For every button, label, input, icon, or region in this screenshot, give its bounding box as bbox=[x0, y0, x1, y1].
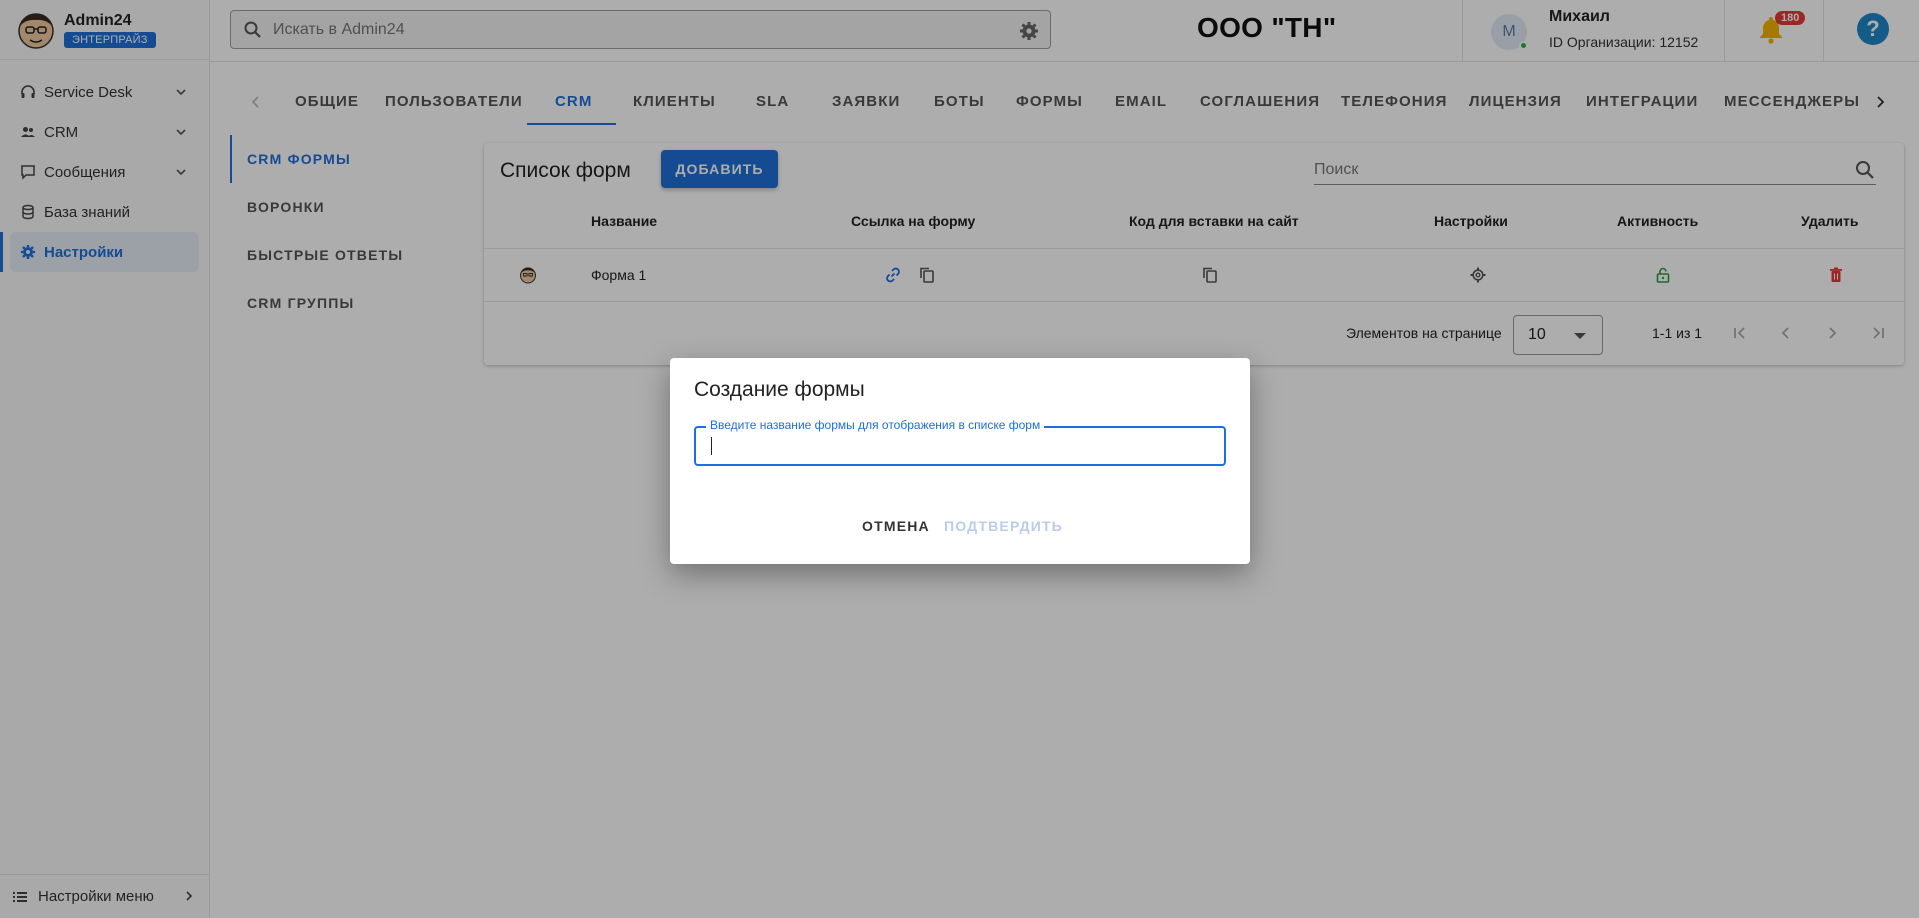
dialog-title: Создание формы bbox=[694, 378, 865, 401]
cancel-button[interactable]: ОТМЕНА bbox=[862, 518, 930, 534]
form-name-field[interactable]: Введите название формы для отображения в… bbox=[694, 418, 1226, 466]
create-form-dialog: Создание формы Введите название формы дл… bbox=[670, 358, 1250, 564]
form-name-field-label: Введите название формы для отображения в… bbox=[706, 418, 1045, 432]
confirm-button[interactable]: ПОДТВЕРДИТЬ bbox=[944, 518, 1063, 534]
form-name-input[interactable] bbox=[696, 428, 1224, 464]
text-cursor bbox=[711, 437, 712, 455]
